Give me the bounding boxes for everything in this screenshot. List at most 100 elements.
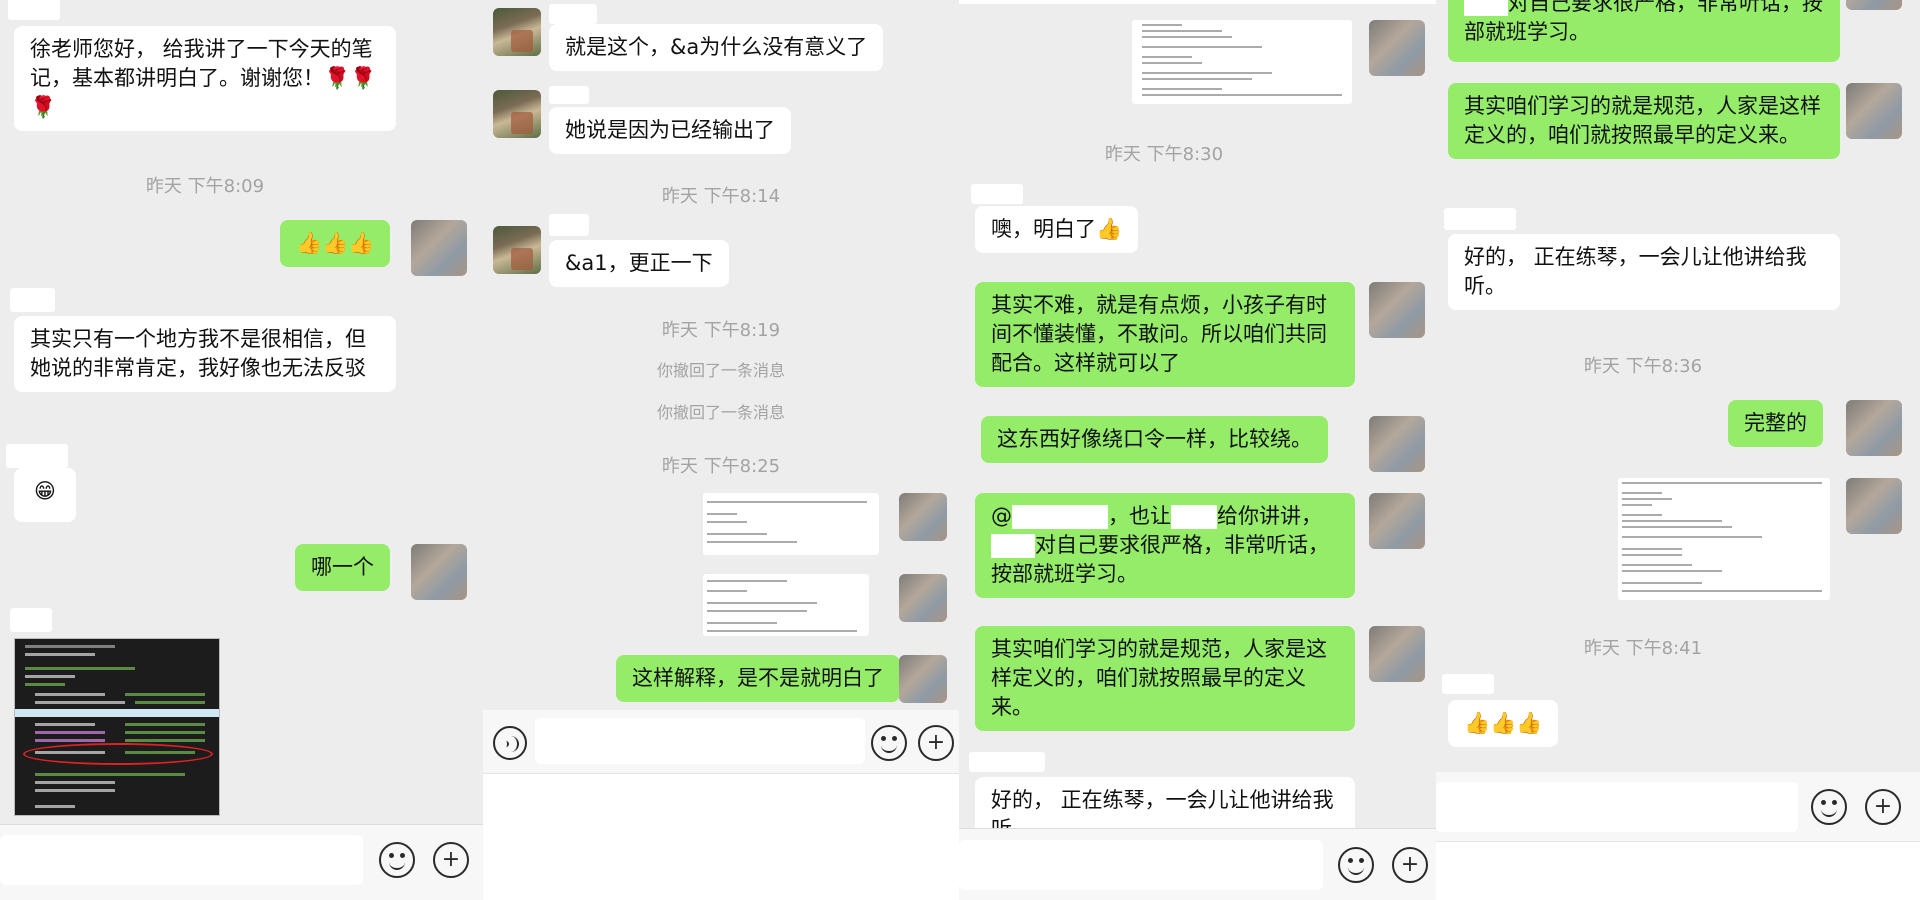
input-bar: + — [1436, 772, 1920, 900]
sender-name-redacted — [549, 86, 589, 104]
message-text: 徐老师您好， 给我讲了一下今天的笔记，基本都讲明白了。谢谢您！🌹🌹🌹 — [30, 37, 377, 119]
self-avatar[interactable] — [1369, 20, 1425, 76]
timestamp: 昨天 下午8:19 — [661, 320, 781, 341]
emoji-icon[interactable] — [1811, 789, 1847, 825]
message-text: 她说是因为已经输出了 — [565, 118, 775, 142]
sender-name-redacted — [6, 444, 68, 468]
message-text: 对自己要求很严格，非常听话，按部就班学习。 — [1464, 0, 1823, 44]
contact-avatar[interactable] — [493, 8, 541, 56]
sender-name-redacted — [8, 0, 60, 20]
message-text: 这东西好像绕口令一样，比较绕。 — [997, 427, 1312, 451]
timestamp: 昨天 下午8:09 — [145, 176, 265, 197]
message-text: 其实不难，就是有点烦，小孩子有时间不懂装懂，不敢问。所以咱们共同配合。这样就可以… — [991, 293, 1327, 375]
input-bar: + — [959, 828, 1436, 900]
chat-panel-4: 对自己要求很严格，非常听话，按部就班学习。 其实咱们学习的就是规范，人家是这样定… — [1436, 0, 1920, 900]
message-text: 其实只有一个地方我不是很相信，但她说的非常肯定，我好像也无法反驳 — [30, 327, 366, 380]
self-avatar[interactable] — [1846, 478, 1902, 534]
plus-icon[interactable]: + — [1392, 847, 1428, 883]
document-screenshot-image[interactable] — [1132, 20, 1352, 104]
chat-panel-3: 昨天 下午8:30 噢，明白了👍 其实不难，就是有点烦，小孩子有时间不懂装懂，不… — [959, 0, 1436, 900]
plus-icon[interactable]: + — [433, 842, 469, 878]
self-avatar[interactable] — [899, 655, 947, 703]
timestamp: 昨天 下午8:41 — [1583, 638, 1703, 659]
message-input[interactable] — [959, 840, 1323, 890]
message-bubble-self[interactable]: 哪一个 — [295, 544, 390, 591]
timestamp: 昨天 下午8:30 — [1104, 144, 1224, 165]
document-screenshot-image[interactable] — [703, 493, 879, 555]
message-bubble-self[interactable]: 完整的 — [1728, 400, 1823, 447]
mention-symbol: @ — [991, 504, 1012, 528]
document-screenshot-image[interactable] — [703, 574, 869, 636]
emoji-icon[interactable] — [379, 842, 415, 878]
message-text: 其实咱们学习的就是规范，人家是这样定义的，咱们就按照最早的定义来。 — [1464, 94, 1821, 147]
message-bubble[interactable]: 徐老师您好， 给我讲了一下今天的笔记，基本都讲明白了。谢谢您！🌹🌹🌹 — [14, 26, 396, 131]
message-bubble[interactable]: 就是这个，&a为什么没有意义了 — [549, 24, 884, 71]
plus-icon[interactable]: + — [918, 725, 954, 761]
message-bubble[interactable]: 噢，明白了👍 — [975, 206, 1139, 253]
message-input[interactable] — [0, 835, 363, 885]
message-bubble-self[interactable]: 👍👍👍 — [280, 220, 391, 267]
message-bubble[interactable]: 好的， 正在练琴，一会儿让他讲给我听。 — [1448, 234, 1840, 310]
self-avatar[interactable] — [1369, 493, 1425, 549]
emoji-icon[interactable] — [1338, 847, 1374, 883]
document-screenshot-image[interactable] — [1618, 478, 1830, 600]
sender-name-redacted — [1444, 208, 1516, 230]
mention-name-redacted — [1012, 505, 1108, 529]
self-avatar[interactable] — [1369, 626, 1425, 682]
sender-name-redacted — [969, 752, 1045, 772]
self-avatar[interactable] — [1369, 282, 1425, 338]
timestamp: 昨天 下午8:25 — [661, 456, 781, 477]
message-bubble-self[interactable]: 其实咱们学习的就是规范，人家是这样定义的，咱们就按照最早的定义来。 — [1448, 83, 1840, 159]
message-text: 完整的 — [1744, 411, 1807, 435]
message-bubble[interactable]: 👍👍👍 — [1448, 700, 1559, 747]
message-text: 其实咱们学习的就是规范，人家是这样定义的，咱们就按照最早的定义来。 — [991, 637, 1327, 719]
message-text: 对自己要求很严格，非常听话，按部就班学习。 — [991, 533, 1329, 586]
plus-icon[interactable]: + — [1865, 789, 1901, 825]
self-avatar[interactable] — [1846, 0, 1902, 10]
message-bubble[interactable]: 她说是因为已经输出了 — [549, 107, 791, 154]
self-avatar[interactable] — [1369, 416, 1425, 472]
message-text: 噢，明白了👍 — [991, 217, 1123, 241]
name-redacted — [1171, 505, 1217, 529]
message-bubble-self[interactable]: 这东西好像绕口令一样，比较绕。 — [981, 416, 1328, 463]
sender-name-redacted — [10, 288, 55, 312]
self-avatar[interactable] — [1846, 83, 1902, 139]
message-bubble-self[interactable]: 这样解释，是不是就明白了 — [616, 655, 900, 702]
self-avatar[interactable] — [899, 574, 947, 622]
self-avatar[interactable] — [899, 493, 947, 541]
sender-name-redacted — [549, 214, 589, 236]
message-bubble[interactable]: &a1，更正一下 — [549, 240, 729, 287]
emoji-icon[interactable] — [871, 725, 907, 761]
message-bubble[interactable]: 😁 — [14, 468, 76, 522]
contact-avatar[interactable] — [493, 226, 541, 274]
message-bubble[interactable]: 其实只有一个地方我不是很相信，但她说的非常肯定，我好像也无法反驳 — [14, 316, 396, 392]
recalled-notice: 你撤回了一条消息 — [656, 403, 785, 422]
message-input[interactable] — [535, 718, 865, 764]
sender-name-redacted — [549, 4, 597, 24]
message-bubble-self[interactable]: 对自己要求很严格，非常听话，按部就班学习。 — [1448, 0, 1840, 62]
message-text: 就是这个，&a为什么没有意义了 — [565, 35, 868, 59]
message-text: 👍👍👍 — [1464, 711, 1543, 735]
message-bubble-self[interactable]: @ ，也让 给你讲讲， 对自己要求很严格，非常听话，按部就班学习。 — [975, 493, 1355, 598]
sender-name-redacted — [1442, 674, 1494, 694]
timestamp: 昨天 下午8:14 — [661, 186, 781, 207]
chat-panel-2: 就是这个，&a为什么没有意义了 她说是因为已经输出了 昨天 下午8:14 &a1… — [483, 0, 959, 900]
contact-avatar[interactable] — [493, 90, 541, 138]
timestamp: 昨天 下午8:36 — [1583, 356, 1703, 377]
message-text: 这样解释，是不是就明白了 — [632, 666, 884, 690]
message-text: 哪一个 — [311, 555, 374, 579]
message-text: 给你讲讲， — [1217, 504, 1322, 528]
voice-icon[interactable] — [493, 726, 527, 760]
sender-name-redacted — [10, 608, 52, 632]
self-avatar[interactable] — [411, 220, 467, 276]
self-avatar[interactable] — [411, 544, 467, 600]
sender-name-redacted — [971, 184, 1023, 204]
message-text: &a1，更正一下 — [565, 251, 713, 275]
message-bubble-self[interactable]: 其实不难，就是有点烦，小孩子有时间不懂装懂，不敢问。所以咱们共同配合。这样就可以… — [975, 282, 1355, 387]
code-screenshot-image[interactable] — [14, 638, 220, 816]
message-text: ，也让 — [1108, 504, 1171, 528]
message-text: 👍👍👍 — [296, 231, 375, 255]
message-bubble-self[interactable]: 其实咱们学习的就是规范，人家是这样定义的，咱们就按照最早的定义来。 — [975, 626, 1355, 731]
self-avatar[interactable] — [1846, 400, 1902, 456]
message-input[interactable] — [1436, 782, 1798, 832]
